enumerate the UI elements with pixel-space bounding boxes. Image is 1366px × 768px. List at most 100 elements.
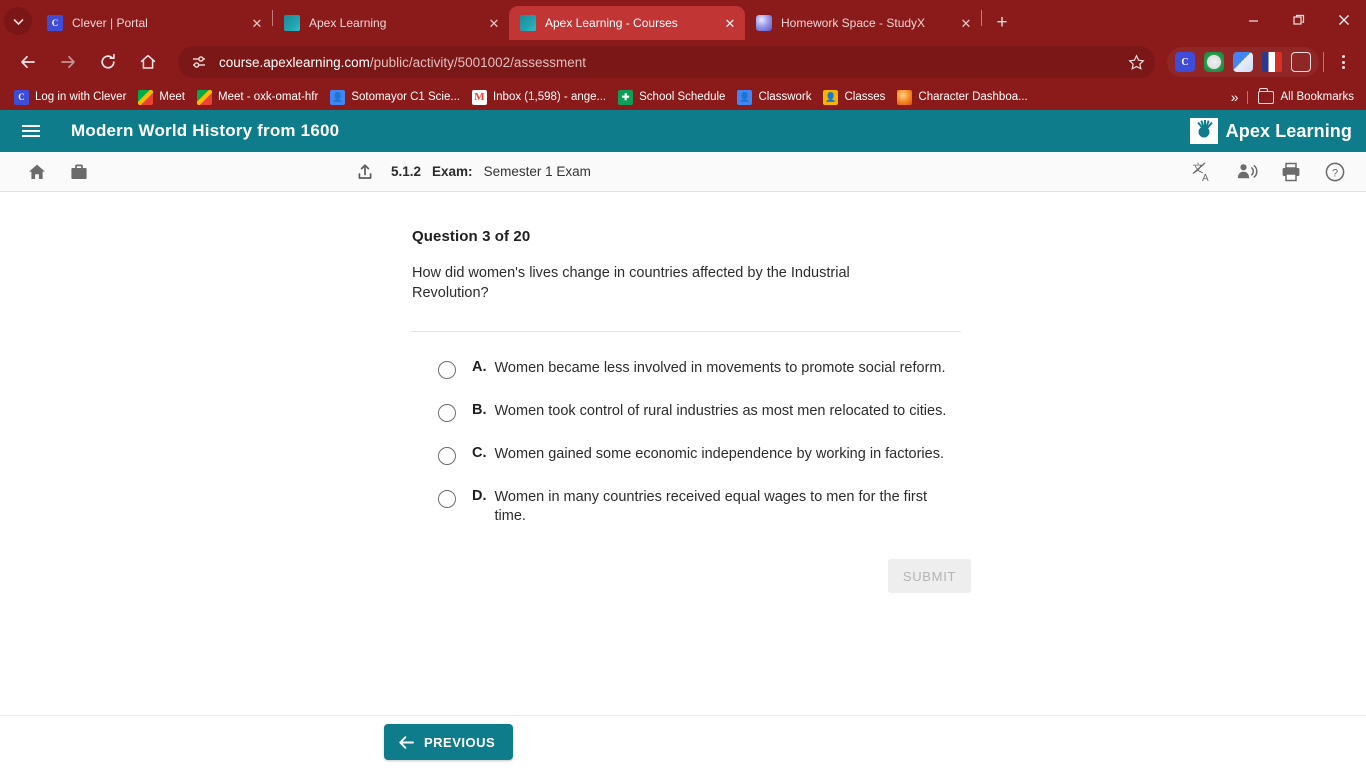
bookmark-classes[interactable]: 👤 Classes [817, 86, 891, 108]
option-letter: D. [472, 488, 487, 504]
answer-option-b[interactable]: B. Women took control of rural industrie… [412, 402, 972, 422]
browser-tab-apex-learning[interactable]: Apex Learning ✕ [273, 6, 509, 40]
submit-button[interactable]: SUBMIT [888, 559, 971, 593]
home-icon[interactable] [22, 157, 52, 187]
bookmark-character-dashboard[interactable]: Character Dashboa... [891, 86, 1033, 108]
reload-icon [101, 53, 115, 69]
option-text: Women became less involved in movements … [494, 360, 946, 376]
url-host: course.apexlearning.com [219, 54, 370, 70]
radio-button[interactable] [438, 361, 456, 379]
bookmark-log-in-with-clever[interactable]: C Log in with Clever [8, 86, 132, 108]
window-controls [1231, 0, 1366, 40]
answer-option-d[interactable]: D. Women in many countries received equa… [412, 488, 972, 526]
bookmark-label: Log in with Clever [35, 91, 127, 103]
google-calendar-icon: ✚ [618, 89, 634, 105]
tab-close-button[interactable]: ✕ [957, 14, 975, 32]
tab-divider [981, 10, 982, 26]
option-text: Women took control of rural industries a… [494, 403, 947, 419]
activity-breadcrumb: 5.1.2 Exam: Semester 1 Exam [350, 157, 591, 187]
folder-icon [1257, 87, 1274, 104]
radio-button[interactable] [438, 447, 456, 465]
hamburger-menu-icon[interactable] [22, 118, 48, 144]
read-aloud-icon[interactable] [1232, 157, 1262, 187]
translate-extension-icon[interactable] [1233, 52, 1253, 72]
url-path: /public/activity/5001002/assessment [369, 54, 586, 70]
site-settings-icon[interactable] [188, 51, 210, 73]
reload-button[interactable] [92, 46, 124, 78]
all-bookmarks-button[interactable]: All Bookmarks [1246, 87, 1361, 104]
bookmark-label: Classwork [758, 91, 812, 103]
assessment-footer: PREVIOUS [0, 715, 1366, 768]
toolbar-right-group: 文 A ? [1188, 157, 1350, 187]
browser-tab-homework-space-studyx[interactable]: Homework Space - StudyX ✕ [745, 6, 981, 40]
bookmark-meet[interactable]: Meet [132, 86, 191, 108]
option-letter: A. [472, 359, 487, 375]
forward-button[interactable] [52, 46, 84, 78]
tab-close-button[interactable]: ✕ [721, 14, 739, 32]
tab-title: Clever | Portal [72, 16, 148, 30]
divider [412, 331, 961, 332]
translate-icon[interactable]: 文 A [1188, 157, 1218, 187]
move-up-icon[interactable] [350, 157, 380, 187]
browser-menu-button[interactable] [1328, 47, 1358, 77]
home-button[interactable] [132, 46, 164, 78]
submit-row: SUBMIT [412, 559, 972, 593]
studyx-icon [756, 15, 772, 31]
bookmark-sotomayor-c1-science[interactable]: 👤 Sotomayor C1 Scie... [324, 86, 466, 108]
help-icon[interactable]: ? [1320, 157, 1350, 187]
extensions-puzzle-icon[interactable] [1291, 52, 1311, 72]
previous-button[interactable]: PREVIOUS [384, 724, 514, 760]
browser-tab-apex-learning-courses[interactable]: Apex Learning - Courses ✕ [509, 6, 745, 40]
clever-icon: C [47, 15, 63, 31]
clever-extension-icon[interactable]: C [1175, 52, 1195, 72]
answer-option-a[interactable]: A. Women became less involved in movemen… [412, 359, 972, 379]
google-meet-icon [196, 89, 212, 105]
question-container: Question 3 of 20 How did women's lives c… [412, 192, 972, 593]
bookmark-meet-oxk-omat-hfr[interactable]: Meet - oxk-omat-hfr [191, 86, 324, 108]
option-letter: C. [472, 445, 487, 461]
apex-learning-logo: Apex Learning [1189, 118, 1352, 144]
lastpass-extension-icon[interactable] [1204, 52, 1224, 72]
option-text: Women in many countries received equal w… [494, 489, 928, 524]
close-icon [1338, 15, 1349, 25]
toolbar-divider [1323, 52, 1324, 72]
maximize-window-button[interactable] [1276, 0, 1321, 40]
flag-extension-icon[interactable] [1262, 52, 1282, 72]
minimize-window-button[interactable] [1231, 0, 1276, 40]
tune-icon [193, 56, 205, 68]
new-tab-button[interactable]: + [988, 8, 1016, 36]
tab-close-button[interactable]: ✕ [485, 14, 503, 32]
home-icon [140, 54, 156, 69]
bookmark-school-schedule[interactable]: ✚ School Schedule [612, 86, 731, 108]
previous-button-label: PREVIOUS [424, 734, 496, 750]
apex-icon [520, 15, 536, 31]
activity-number: 5.1.2 [391, 164, 422, 179]
tab-close-button[interactable]: ✕ [248, 14, 266, 32]
back-button[interactable] [12, 46, 44, 78]
briefcase-icon[interactable] [64, 157, 94, 187]
bookmark-star-button[interactable] [1123, 49, 1149, 75]
bookmark-inbox-gmail[interactable]: M Inbox (1,598) - ange... [466, 86, 612, 108]
bookmark-label: Meet - oxk-omat-hfr [217, 91, 319, 103]
page-title: Modern World History from 1600 [71, 121, 340, 140]
radio-button[interactable] [438, 404, 456, 422]
close-window-button[interactable] [1321, 0, 1366, 40]
tab-title: Homework Space - StudyX [781, 16, 926, 30]
question-prompt: How did women's lives change in countrie… [412, 265, 850, 301]
tab-title: Apex Learning [309, 16, 387, 30]
bookmarks-overflow-button[interactable]: » [1223, 89, 1247, 105]
google-meet-icon [138, 89, 154, 105]
bookmark-classwork[interactable]: 👤 Classwork [731, 86, 817, 108]
tab-search-button[interactable] [4, 7, 32, 35]
character-dashboard-icon [897, 89, 913, 105]
browser-tab-clever-portal[interactable]: C Clever | Portal ✕ [36, 6, 272, 40]
url-text[interactable]: course.apexlearning.com/public/activity/… [219, 55, 1123, 70]
print-icon[interactable] [1276, 157, 1306, 187]
browser-chrome: C Clever | Portal ✕ Apex Learning ✕ Apex… [0, 0, 1366, 110]
answer-option-c[interactable]: C. Women gained some economic independen… [412, 445, 972, 465]
apex-icon [284, 15, 300, 31]
question-counter: Question 3 of 20 [412, 228, 531, 245]
radio-button[interactable] [438, 490, 456, 508]
omnibox[interactable]: course.apexlearning.com/public/activity/… [178, 46, 1155, 78]
arrow-left-icon [21, 55, 35, 69]
